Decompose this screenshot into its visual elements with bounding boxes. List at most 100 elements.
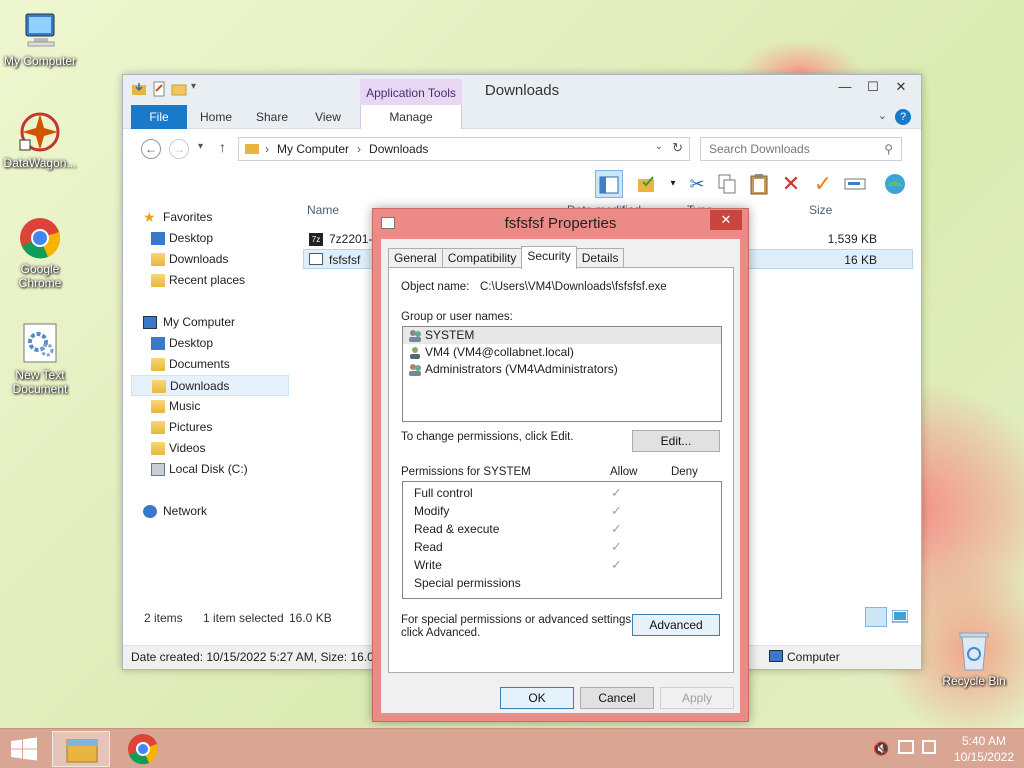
tab-manage[interactable]: Manage (360, 105, 462, 129)
allow-checkmark-icon: ✓ (611, 557, 622, 572)
preview-pane-icon[interactable] (595, 170, 623, 198)
file-size: 1,539 KB (827, 232, 877, 246)
column-header-size[interactable]: Size (809, 203, 832, 217)
globe-icon[interactable] (881, 170, 909, 198)
nav-videos[interactable]: Videos (131, 438, 289, 459)
nav-network[interactable]: Network (131, 501, 289, 522)
permissions-for-label: Permissions for SYSTEM (401, 466, 531, 478)
cut-icon[interactable]: ✂ (683, 170, 711, 198)
dialog-titlebar[interactable]: fsfsfsf Properties ✕ (373, 209, 748, 237)
ok-button[interactable]: OK (500, 687, 574, 709)
nav-label: Recent places (169, 273, 246, 287)
column-header-name[interactable]: Name (307, 203, 339, 217)
permissions-listbox[interactable]: Full control ✓ Modify ✓ Read & execute ✓ Re… (402, 481, 722, 599)
expand-ribbon-icon[interactable]: ⌄ (878, 109, 887, 122)
nav-desktop[interactable]: Desktop (131, 333, 289, 354)
delete-icon[interactable]: ✕ (777, 170, 805, 198)
close-button[interactable]: ✕ (887, 77, 915, 97)
user-icon (408, 346, 422, 359)
rename-icon[interactable] (841, 170, 869, 198)
permission-name: Read (414, 540, 443, 554)
nav-music[interactable]: Music (131, 396, 289, 417)
search-input[interactable]: Search Downloads ⚲ (700, 137, 902, 161)
nav-recent-places[interactable]: Recent places (131, 270, 289, 291)
nav-local-disk[interactable]: Local Disk (C:) (131, 459, 289, 480)
users-listbox[interactable]: SYSTEM VM4 (VM4@collabnet.local) Adminis… (402, 326, 722, 422)
deny-column-label: Deny (671, 466, 698, 478)
window-controls: — ☐ ✕ (831, 77, 915, 97)
nav-documents[interactable]: Documents (131, 354, 289, 375)
ribbon-tabs: File Home Share View Manage ⌄ ? (123, 105, 921, 129)
tab-file[interactable]: File (131, 105, 187, 129)
explorer-titlebar[interactable]: ▾ Application Tools Downloads — ☐ ✕ (123, 75, 921, 105)
up-arrow-icon[interactable]: ↑ (219, 139, 226, 155)
nav-favorites-downloads[interactable]: Downloads (131, 249, 289, 270)
large-icons-view-icon[interactable] (889, 607, 909, 627)
minimize-button[interactable]: — (831, 77, 859, 97)
toolbar: ▾ ✂ ✕ ✓ (123, 167, 921, 201)
file-name: 7z2201-x (329, 232, 379, 246)
permission-row: Read & execute ✓ (403, 520, 721, 538)
user-name: Administrators (VM4\Administrators) (425, 362, 618, 376)
action-center-flag-icon[interactable] (922, 740, 936, 754)
clock-time: 5:40 AM (961, 734, 1006, 748)
user-vm4[interactable]: VM4 (VM4@collabnet.local) (403, 344, 721, 361)
network-icon[interactable] (898, 740, 914, 754)
permission-name: Full control (414, 486, 473, 500)
help-icon[interactable]: ? (895, 109, 911, 125)
copy-icon[interactable] (713, 170, 741, 198)
nav-downloads[interactable]: Downloads (131, 375, 289, 396)
recent-locations-icon[interactable]: ▾ (198, 141, 203, 152)
paste-icon[interactable] (745, 170, 773, 198)
nav-my-computer[interactable]: My Computer (131, 312, 289, 333)
user-administrators[interactable]: Administrators (VM4\Administrators) (403, 361, 721, 378)
executable-icon (309, 253, 323, 265)
desktop-icon (151, 337, 165, 350)
properties-dialog[interactable]: fsfsfsf Properties ✕ General Compatibili… (372, 208, 749, 722)
nav-favorites[interactable]: ★ Favorites (131, 207, 289, 228)
advanced-button[interactable]: Advanced (632, 614, 720, 636)
cancel-button[interactable]: Cancel (580, 687, 654, 709)
taskbar-file-explorer[interactable] (52, 731, 110, 767)
desktop-icon-my-computer[interactable]: My Computer (0, 8, 80, 68)
checkmark-icon[interactable]: ✓ (809, 170, 837, 198)
nav-label: Downloads (169, 252, 229, 266)
nav-pictures[interactable]: Pictures (131, 417, 289, 438)
chrome-icon (128, 734, 158, 765)
refresh-icon[interactable]: ↻ (672, 140, 683, 156)
back-button[interactable]: ← (141, 139, 161, 159)
tab-compatibility[interactable]: Compatibility (441, 248, 523, 268)
windows-start-icon[interactable] (10, 737, 38, 761)
details-view-icon[interactable] (865, 607, 887, 627)
taskbar-chrome[interactable] (114, 731, 172, 767)
desktop-icon-chrome[interactable]: Google Chrome (0, 216, 80, 290)
dialog-close-button[interactable]: ✕ (710, 210, 742, 230)
tab-general[interactable]: General (388, 248, 443, 268)
clock[interactable]: 5:40 AM 10/15/2022 (954, 733, 1014, 765)
security-panel: Object name: C:\Users\VM4\Downloads\fsfs… (388, 267, 734, 673)
speaker-muted-icon[interactable]: 🔇 (873, 741, 889, 757)
edit-button[interactable]: Edit... (632, 430, 720, 452)
desktop-icon-datawagon[interactable]: DataWagon... (0, 110, 80, 170)
user-system[interactable]: SYSTEM (403, 327, 721, 344)
nav-favorites-desktop[interactable]: Desktop (131, 228, 289, 249)
desktop-icon-new-text-document[interactable]: New Text Document (0, 322, 80, 396)
special-permissions-text: For special permissions or advanced sett… (401, 614, 635, 626)
maximize-button[interactable]: ☐ (859, 77, 887, 97)
address-dropdown-icon[interactable]: ⌄ (655, 141, 663, 152)
tab-share[interactable]: Share (249, 105, 295, 129)
user-group-icon (408, 329, 422, 342)
folder-options-icon[interactable] (633, 170, 661, 198)
apply-button[interactable]: Apply (660, 687, 734, 709)
tab-home[interactable]: Home (193, 105, 239, 129)
tab-security[interactable]: Security (521, 246, 577, 269)
breadcrumb-my-computer[interactable]: My Computer (277, 142, 349, 156)
address-bar[interactable]: › My Computer › Downloads ⌄ ↻ (238, 137, 690, 161)
tab-view[interactable]: View (305, 105, 351, 129)
desktop-icon-recycle-bin[interactable]: Recycle Bin (934, 628, 1014, 688)
nav-label: Desktop (169, 336, 214, 350)
network-icon (143, 505, 157, 518)
breadcrumb-downloads[interactable]: Downloads (369, 142, 428, 156)
tab-details[interactable]: Details (575, 248, 625, 268)
forward-button[interactable]: → (169, 139, 189, 159)
